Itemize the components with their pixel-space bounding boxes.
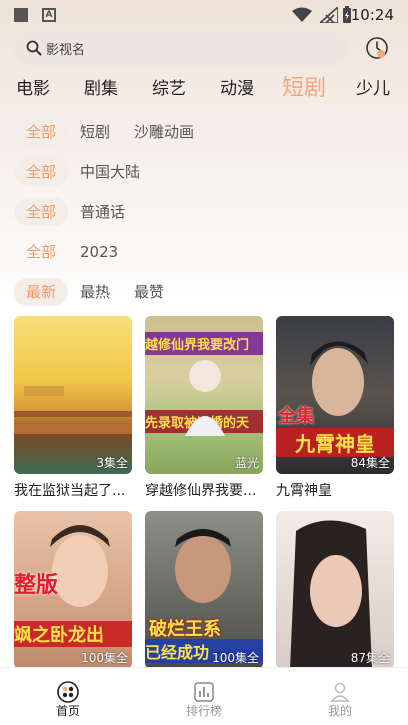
signal-icon <box>320 7 338 23</box>
profile-icon <box>330 682 350 702</box>
filter-chip[interactable]: 全部 <box>26 238 56 266</box>
poster-caption: 九霄神皇 <box>276 428 394 457</box>
sort-chip[interactable]: 最新 <box>14 278 69 306</box>
home-icon <box>57 681 79 703</box>
drama-card[interactable]: 3集全 我在监狱当起了... <box>14 316 132 500</box>
card-title: 九霄神皇 <box>276 483 332 499</box>
tab-label: 排行榜 <box>185 704 222 718</box>
tab-series[interactable]: 剧集 <box>84 74 118 99</box>
category-tabs: 电影 剧集 综艺 动漫 短剧 少儿 <box>0 70 408 106</box>
sort-chip[interactable]: 最热 <box>80 278 110 306</box>
search-placeholder: 影视名 <box>46 42 86 58</box>
episode-badge: 3集全 <box>96 456 128 470</box>
poster-image: 整版 飒之卧龙出 100集全 <box>14 511 132 669</box>
drama-card[interactable]: 整版 飒之卧龙出 100集全 <box>14 511 132 675</box>
bottom-tab-bar: 首页 排行榜 我的 <box>0 667 408 725</box>
poster-image: 越修仙界我要改门 先录取被退婚的天 蓝光 <box>145 316 263 474</box>
poster-image: 87集全 <box>276 511 394 669</box>
tab-anime[interactable]: 动漫 <box>220 74 254 99</box>
episode-badge: 蓝光 <box>234 456 259 470</box>
filter-chip[interactable]: 全部 <box>14 118 69 146</box>
poster-image: 破烂王系 已经成功 100集全 <box>145 511 263 669</box>
drama-card[interactable]: 87集全 <box>276 511 394 675</box>
filter-chip[interactable]: 全部 <box>14 158 69 186</box>
poster-caption: 破烂王系 <box>149 619 221 640</box>
notification-icon <box>14 8 28 22</box>
app-notification-icon: A <box>42 8 56 22</box>
ranking-icon <box>194 682 214 702</box>
filter-chip[interactable]: 短剧 <box>80 118 110 146</box>
filter-row-sort: 最新 最热 最赞 <box>14 278 404 306</box>
filter-row-language: 全部 普通话 <box>14 198 404 226</box>
clock: 10:24 <box>350 6 394 24</box>
poster-caption: 飒之卧龙出 <box>14 621 132 647</box>
drama-card[interactable]: 破烂王系 已经成功 100集全 <box>145 511 263 675</box>
tab-ranking[interactable]: 排行榜 <box>154 668 254 725</box>
poster-caption: 全集 <box>278 406 314 427</box>
filter-row-type: 全部 短剧 沙雕动画 <box>14 118 404 146</box>
episode-badge: 84集全 <box>350 456 390 470</box>
drama-card[interactable]: 全集 九霄神皇 84集全 九霄神皇 <box>276 316 394 500</box>
card-title: 我在监狱当起了... <box>14 483 126 499</box>
tab-profile[interactable]: 我的 <box>290 668 390 725</box>
tab-variety[interactable]: 综艺 <box>152 74 186 99</box>
drama-card[interactable]: 越修仙界我要改门 先录取被退婚的天 蓝光 穿越修仙界我要... <box>145 316 263 500</box>
card-title: 穿越修仙界我要... <box>145 483 257 499</box>
episode-badge: 100集全 <box>212 651 259 665</box>
filter-chip[interactable]: 2023 <box>80 238 118 266</box>
filter-chip[interactable]: 沙雕动画 <box>134 118 194 146</box>
history-icon[interactable] <box>364 35 390 61</box>
sort-chip[interactable]: 最赞 <box>134 278 164 306</box>
poster-caption: 整版 <box>14 573 59 598</box>
tab-label: 首页 <box>55 704 80 718</box>
wifi-icon <box>292 7 312 22</box>
filter-row-region: 全部 中国大陆 <box>14 158 404 186</box>
filter-row-year: 全部 2023 <box>14 238 404 266</box>
tab-short-drama[interactable]: 短剧 <box>282 70 326 102</box>
search-input[interactable]: 影视名 <box>14 31 348 65</box>
filter-chip[interactable]: 全部 <box>14 198 69 226</box>
episode-badge: 87集全 <box>350 651 390 665</box>
tab-movie[interactable]: 电影 <box>16 74 50 99</box>
search-icon <box>26 40 42 56</box>
poster-image: 3集全 <box>14 316 132 474</box>
poster-image: 全集 九霄神皇 84集全 <box>276 316 394 474</box>
filter-chip[interactable]: 普通话 <box>80 198 125 226</box>
tab-home[interactable]: 首页 <box>18 668 118 725</box>
tab-label: 我的 <box>327 704 352 718</box>
tab-kids[interactable]: 少儿 <box>356 74 390 99</box>
status-bar: A 10:24 <box>0 0 408 30</box>
filter-chip[interactable]: 中国大陆 <box>80 158 140 186</box>
episode-badge: 100集全 <box>81 651 128 665</box>
